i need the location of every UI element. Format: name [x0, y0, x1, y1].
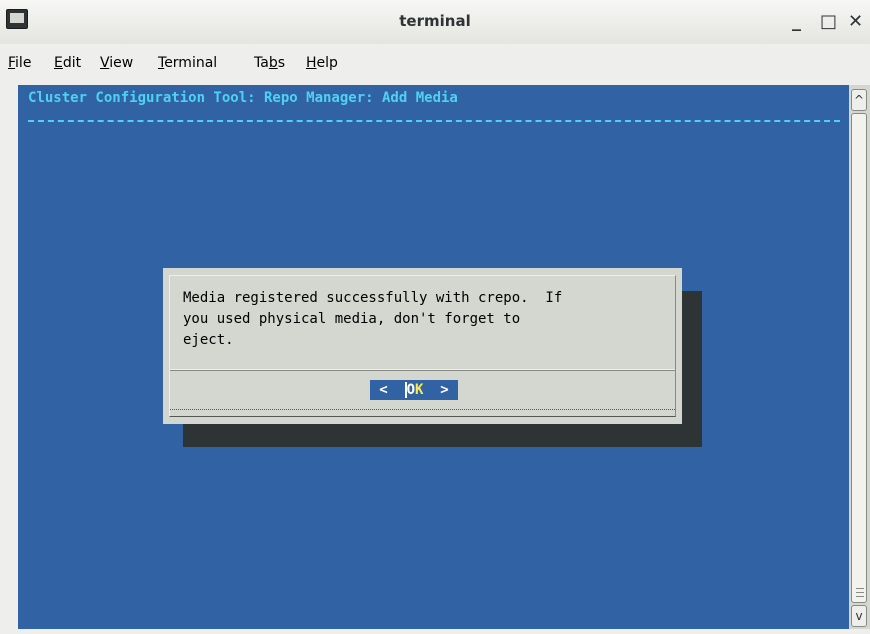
dialog-separator	[170, 369, 675, 371]
menu-view[interactable]: View	[100, 55, 133, 71]
ok-bracket-right: >	[423, 382, 449, 398]
close-button[interactable]: ✕	[848, 12, 863, 32]
dialog-bottom-border	[170, 409, 675, 410]
scroll-thumb[interactable]	[851, 113, 867, 603]
terminal-screen[interactable]: Cluster Configuration Tool: Repo Manager…	[18, 85, 849, 629]
minimize-button[interactable]: _	[792, 12, 801, 32]
ok-bracket-left: <	[379, 382, 405, 398]
menu-tabs-label: s	[277, 55, 286, 71]
menu-view-mnemonic: V	[100, 55, 110, 71]
dialog-message: Media registered successfully with crepo…	[183, 290, 563, 348]
menu-tabs-pre: Ta	[254, 55, 269, 71]
thumb-grip-line	[856, 596, 864, 597]
ok-label-o: O	[404, 382, 415, 398]
menu-edit[interactable]: Edit	[54, 55, 81, 71]
menu-help-label: elp	[316, 55, 338, 71]
scroll-down-icon[interactable]: v	[851, 605, 867, 627]
menu-file-mnemonic: F	[8, 55, 16, 71]
menu-help-mnemonic: H	[306, 55, 317, 71]
menubar: File Edit View Terminal Tabs Help	[0, 49, 870, 79]
menu-tabs[interactable]: Tabs	[254, 55, 285, 71]
menu-edit-label: dit	[62, 55, 82, 71]
menu-file[interactable]: File	[8, 55, 31, 71]
thumb-grip-line	[856, 592, 864, 593]
maximize-button[interactable]: □	[820, 12, 837, 32]
menu-file-label: ile	[15, 55, 32, 71]
menu-terminal-label: erminal	[164, 55, 218, 71]
vertical-scrollbar[interactable]: ^ v	[849, 85, 870, 629]
window-titlebar[interactable]: terminal _ □ ✕	[0, 0, 870, 44]
message-dialog: Media registered successfully with crepo…	[163, 268, 682, 424]
ok-button[interactable]: < OK >	[370, 380, 458, 400]
menu-help[interactable]: Help	[306, 55, 338, 71]
thumb-grip-line	[856, 588, 864, 589]
tool-header: Cluster Configuration Tool: Repo Manager…	[28, 90, 458, 106]
header-rule	[28, 120, 840, 122]
window-title: terminal	[399, 12, 471, 30]
menu-terminal[interactable]: Terminal	[158, 55, 217, 71]
menu-view-label: iew	[109, 55, 134, 71]
scroll-up-icon[interactable]: ^	[851, 89, 867, 111]
menu-tabs-mnemonic: b	[268, 55, 278, 71]
menu-edit-mnemonic: E	[54, 55, 63, 71]
